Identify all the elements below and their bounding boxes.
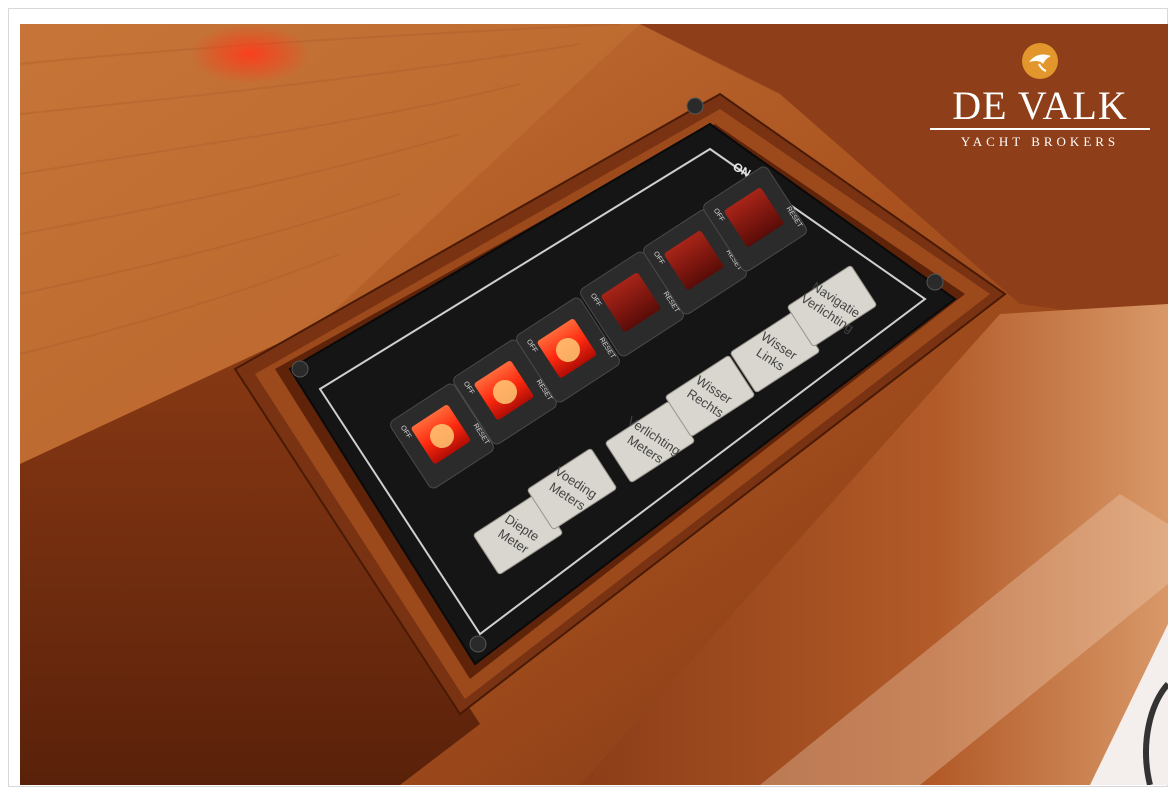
hawk-emblem-icon [1021,42,1059,80]
logo-wordmark: DE VALK [930,86,1150,130]
de-valk-logo: DE VALK YACHT BROKERS [930,42,1150,150]
logo-subtitle: YACHT BROKERS [960,134,1120,149]
